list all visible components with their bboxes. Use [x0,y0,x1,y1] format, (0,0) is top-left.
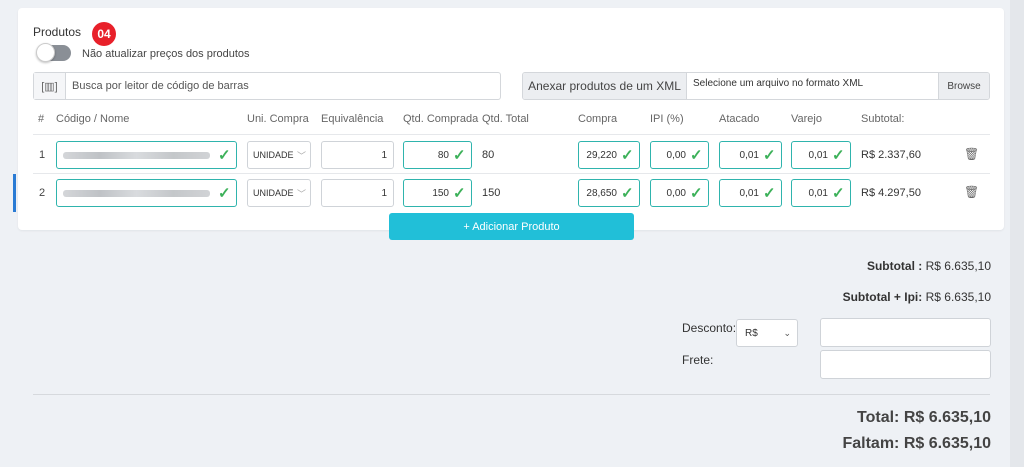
xml-upload-label: Anexar produtos de um XML [523,73,687,99]
table-divider [33,173,990,174]
desconto-label: Desconto: [682,321,737,335]
valid-check-icon: ✓ [621,146,634,164]
col-header-qtd-total: Qtd. Total [482,113,529,125]
col-header-atacado: Atacado [719,113,760,125]
varejo-field[interactable]: 0,01 ✓ [791,141,851,169]
col-header-unidade: Uni. Compra [247,113,309,125]
valid-check-icon: ✓ [763,184,776,202]
xml-upload-group: Anexar produtos de um XML Selecione um a… [522,72,990,100]
col-header-varejo: Varejo [791,113,822,125]
valid-check-icon: ✓ [453,184,466,202]
atacado-field[interactable]: 0,01 ✓ [719,141,782,169]
subtotal-ipi-line: Subtotal + Ipi: R$ 6.635,10 [843,290,991,304]
qtd-total-value: 80 [482,149,495,161]
subtotal-value: R$ 6.635,10 [925,259,991,273]
valid-check-icon: ✓ [690,184,703,202]
atacado-value: 0,01 [739,149,759,161]
subtotal-ipi-value: R$ 6.635,10 [925,290,991,304]
page-scroll-edge [1010,0,1024,467]
browse-button[interactable]: Browse [938,73,989,99]
toggle-knob[interactable] [36,43,55,62]
trash-icon[interactable]: 🗑 [964,147,979,161]
row-number: 1 [39,149,46,161]
barcode-search-input[interactable]: Busca por leitor de código de barras [66,80,249,92]
subtotal-ipi-label: Subtotal + Ipi: [842,290,923,304]
unit-select-value: UNIDADE [253,188,294,198]
total-amount: Total: R$ 6.635,10 [857,409,991,426]
chevron-down-icon: ⌄ [783,327,791,338]
row-subtotal: R$ 2.337,60 [861,149,921,161]
frete-label: Frete: [682,353,714,367]
product-name-field[interactable]: ✓ [56,141,237,169]
redacted-product-name [63,151,210,159]
row-number: 2 [39,187,46,199]
ipi-value: 0,00 [666,187,686,199]
unit-select[interactable]: UNIDADE ﹀ [247,179,311,207]
xml-file-input[interactable]: Selecione um arquivo no formato XML [687,73,938,89]
equivalencia-field[interactable]: 1 [321,179,394,207]
chevron-down-icon: ﹀ [296,188,306,199]
varejo-value: 0,01 [808,149,828,161]
atacado-field[interactable]: 0,01 ✓ [719,179,782,207]
compra-field[interactable]: 29,220 ✓ [578,141,640,169]
add-product-button[interactable]: + Adicionar Produto [389,213,634,240]
update-prices-toggle[interactable] [36,43,71,62]
totals-divider [33,394,990,395]
frete-input[interactable] [820,350,991,379]
atacado-value: 0,01 [739,187,759,199]
col-header-compra: Compra [578,113,618,125]
barcode-scan-icon: [▥] [34,73,66,99]
chevron-down-icon: ﹀ [296,150,306,161]
products-card: Produtos 04 Não atualizar preços dos pro… [13,8,1004,230]
col-header-ipi: IPI (%) [650,113,684,125]
subtotal-label: Subtotal : [866,259,923,273]
ipi-field[interactable]: 0,00 ✓ [650,141,709,169]
trash-icon[interactable]: 🗑 [964,185,979,199]
qtd-total-value: 150 [482,187,501,199]
col-header-num: # [38,113,45,125]
desconto-type-value: R$ [745,327,758,339]
compra-value: 28,650 [586,187,617,199]
equivalencia-value: 1 [381,187,387,199]
valid-check-icon: ✓ [621,184,634,202]
valid-check-icon: ✓ [832,184,845,202]
col-header-codigo: Código / Nome [56,113,130,125]
barcode-search-field[interactable]: [▥] Busca por leitor de código de barras [33,72,501,100]
redacted-product-name [63,189,210,197]
section-title: Produtos [33,25,82,39]
desconto-type-select[interactable]: R$ ⌄ [736,319,798,347]
ipi-value: 0,00 [666,149,686,161]
faltam-amount: Faltam: R$ 6.635,10 [842,435,991,452]
col-header-equivalencia: Equivalência [321,113,384,125]
valid-check-icon: ✓ [832,146,845,164]
col-header-subtotal: Subtotal: [861,113,905,125]
valid-check-icon: ✓ [763,146,776,164]
equivalencia-field[interactable]: 1 [321,141,394,169]
valid-check-icon: ✓ [218,184,231,202]
step-badge: 04 [92,22,116,46]
toggle-label: Não atualizar preços dos produtos [82,48,250,60]
qtd-comprada-field[interactable]: 80 ✓ [403,141,472,169]
row-subtotal: R$ 4.297,50 [861,187,921,199]
valid-check-icon: ✓ [453,146,466,164]
desconto-input[interactable] [820,318,991,347]
unit-select-value: UNIDADE [253,150,294,160]
equivalencia-value: 1 [381,149,387,161]
compra-value: 29,220 [586,149,617,161]
selected-row-indicator [13,174,16,212]
product-name-field[interactable]: ✓ [56,179,237,207]
unit-select[interactable]: UNIDADE ﹀ [247,141,311,169]
col-header-qtd-comprada: Qtd. Comprada [403,113,479,125]
subtotal-line: Subtotal : R$ 6.635,10 [867,259,991,273]
table-divider [33,134,990,135]
valid-check-icon: ✓ [218,146,231,164]
varejo-value: 0,01 [808,187,828,199]
qtd-comprada-field[interactable]: 150 ✓ [403,179,472,207]
compra-field[interactable]: 28,650 ✓ [578,179,640,207]
qtd-comprada-value: 150 [432,187,449,199]
varejo-field[interactable]: 0,01 ✓ [791,179,851,207]
qtd-comprada-value: 80 [437,149,449,161]
valid-check-icon: ✓ [690,146,703,164]
ipi-field[interactable]: 0,00 ✓ [650,179,709,207]
